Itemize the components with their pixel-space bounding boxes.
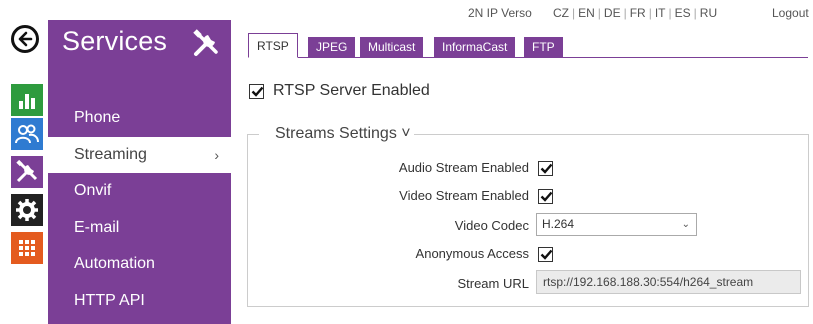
- video-codec-select[interactable]: H.264 ⌄: [536, 213, 697, 236]
- lang-ru[interactable]: RU: [700, 6, 717, 20]
- anonymous-access-label: Anonymous Access: [415, 246, 529, 261]
- logout-link[interactable]: Logout: [772, 6, 809, 20]
- tab-rtsp[interactable]: RTSP: [248, 33, 298, 58]
- stream-url-field[interactable]: rtsp://192.168.188.30:554/h264_stream: [536, 270, 801, 294]
- rtsp-server-enabled-label: RTSP Server Enabled: [273, 82, 430, 99]
- lang-de[interactable]: DE: [604, 6, 621, 20]
- lang-cz[interactable]: CZ: [553, 6, 569, 20]
- chevron-right-icon: ›: [214, 146, 219, 163]
- menu-item-label: Onvif: [74, 182, 112, 199]
- video-codec-label: Video Codec: [454, 218, 529, 233]
- video-stream-label: Video Stream Enabled: [399, 188, 529, 203]
- page-title: Services: [62, 26, 168, 56]
- lang-fr[interactable]: FR: [630, 6, 646, 20]
- stream-url-label: Stream URL: [457, 276, 529, 291]
- tab-jpeg[interactable]: JPEG: [308, 37, 356, 57]
- lang-es[interactable]: ES: [675, 6, 691, 20]
- tab-ftp[interactable]: FTP: [524, 37, 563, 57]
- menu-item-phone[interactable]: Phone: [48, 100, 231, 137]
- section-border: [414, 134, 808, 135]
- back-arrow-icon[interactable]: [11, 25, 39, 53]
- tab-multicast[interactable]: Multicast: [360, 37, 424, 57]
- lang-en[interactable]: EN: [578, 6, 595, 20]
- audio-stream-label: Audio Stream Enabled: [398, 160, 529, 175]
- menu-item-automation[interactable]: Automation: [48, 246, 231, 283]
- menu-item-label: Streaming: [74, 145, 147, 163]
- streams-settings-toggle[interactable]: Streams Settings ˅: [273, 125, 413, 143]
- menu-item-label: E-mail: [74, 218, 120, 236]
- anonymous-access-checkbox[interactable]: [538, 247, 553, 262]
- menu-item-email[interactable]: E-mail: [48, 210, 231, 247]
- menu-item-http-api[interactable]: HTTP API: [48, 283, 231, 320]
- language-switcher: CZ | EN | DE | FR | IT | ES | RU: [553, 6, 718, 20]
- system-grid-icon[interactable]: [11, 232, 43, 264]
- tools-icon: [191, 29, 221, 59]
- video-stream-checkbox[interactable]: [538, 189, 553, 204]
- menu-item-label: HTTP API: [74, 291, 145, 309]
- menu-item-label: Phone: [74, 109, 121, 126]
- rtsp-server-enabled-checkbox[interactable]: [249, 83, 264, 99]
- icon-rail: [0, 0, 48, 324]
- status-chart-icon[interactable]: [11, 84, 43, 116]
- services-sidebar: Services Phone Streaming › Onvif E-mail A…: [48, 20, 231, 324]
- tab-bar: RTSP JPEG Multicast InformaCast FTP: [248, 30, 808, 58]
- services-menu: Phone Streaming › Onvif E-mail Automation…: [48, 100, 231, 319]
- device-name: 2N IP Verso: [468, 6, 532, 20]
- tab-informacast[interactable]: InformaCast: [434, 37, 516, 57]
- video-codec-value: H.264: [542, 217, 575, 231]
- lang-it[interactable]: IT: [655, 6, 666, 20]
- settings-gear-icon[interactable]: [11, 194, 43, 226]
- services-tools-icon[interactable]: [11, 156, 43, 188]
- audio-stream-checkbox[interactable]: [538, 161, 553, 176]
- users-icon[interactable]: [11, 118, 43, 150]
- menu-item-streaming[interactable]: Streaming ›: [48, 136, 231, 173]
- menu-item-label: Automation: [74, 255, 155, 272]
- menu-item-onvif[interactable]: Onvif: [48, 173, 231, 210]
- rtsp-server-enabled-row: RTSP Server Enabled: [249, 82, 430, 100]
- section-border: [247, 134, 259, 135]
- chevron-down-icon: ⌄: [681, 219, 690, 230]
